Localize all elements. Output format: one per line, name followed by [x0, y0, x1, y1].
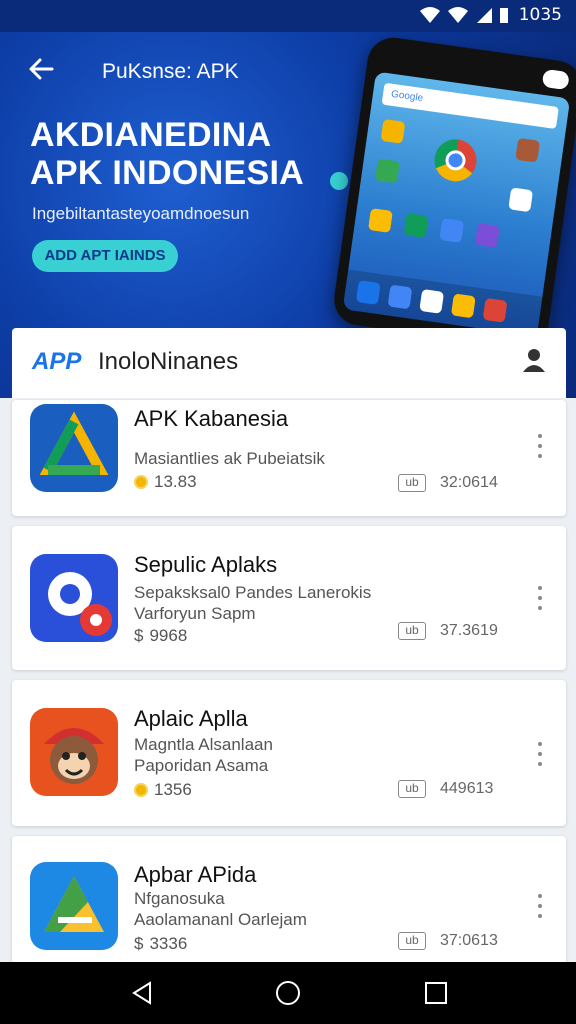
phone-search-bar: Google [381, 82, 559, 129]
coin-icon [134, 783, 148, 797]
app-icon [387, 284, 413, 310]
app-rating-value: 1356 [154, 780, 192, 799]
app-card[interactable]: Apbar APida Nfganosuka Aaolamananl Oarle… [12, 836, 566, 968]
home-nav-icon[interactable] [274, 979, 302, 1007]
clock: 1035 [518, 5, 562, 25]
phone-dock [342, 269, 543, 337]
app-rating-value: 13.83 [154, 472, 197, 491]
size-badge: ub [398, 622, 426, 640]
app-icon [450, 293, 476, 319]
app-bar-title: PuKsnse: APK [102, 60, 239, 83]
app-icon [508, 187, 534, 213]
more-options-icon[interactable] [538, 742, 544, 766]
app-description: Magntla Alsanlaan Paporidan Asama [134, 734, 273, 776]
music-target-icon [30, 554, 118, 642]
app-icon [439, 218, 465, 243]
camera-icon [541, 68, 570, 91]
app-icon [374, 158, 400, 184]
app-description-line1: Sepaksksal0 Pandes Lanerokis [134, 583, 372, 602]
app-name: Sepulic Aplaks [134, 552, 278, 577]
app-size: 37.3619 [440, 622, 498, 639]
app-rating: $ 9968 [134, 626, 187, 646]
app-rating: 13.83 [134, 472, 197, 492]
hero-heading-line2: APK INDONESIA [30, 154, 305, 192]
phone-illustration: Google [330, 34, 576, 352]
price-icon: $ [134, 626, 144, 645]
app-rating-value: 9968 [149, 626, 188, 645]
coin-icon [134, 475, 148, 489]
brand-logo: APP [32, 348, 82, 375]
battery-icon [499, 8, 508, 23]
size-badge: ub [398, 780, 426, 798]
app-description: Nfganosuka Aaolamananl Oarlejam [134, 888, 307, 930]
decor-streak [330, 172, 348, 190]
signal-icon [476, 8, 492, 23]
app-description-line2: Paporidan Asama [134, 756, 269, 775]
app-description-line2: Aaolamananl Oarlejam [134, 910, 307, 929]
app-card[interactable]: Sepulic Aplaks Sepaksksal0 Pandes Lanero… [12, 526, 566, 670]
price-icon: $ [134, 934, 144, 953]
app-size: 32:0614 [440, 474, 498, 491]
status-icons: 1035 [419, 5, 562, 25]
status-bar: 1035 [0, 0, 576, 32]
hero-heading: AKDIANEDINA APK INDONESIA [30, 116, 304, 192]
hero-heading-line1: AKDIANEDINA [30, 116, 272, 154]
app-description-line2: Varforyun Sapm [134, 604, 256, 623]
app-rating: 1356 [134, 780, 192, 800]
app-description: Sepaksksal0 Pandes Lanerokis Varforyun S… [134, 582, 371, 624]
app-icon [474, 223, 500, 248]
chrome-icon [431, 136, 480, 185]
app-icon [482, 297, 508, 323]
app-name: APK Kabanesia [134, 406, 289, 431]
size-badge: ub [398, 932, 426, 950]
app-description-line1: Magntla Alsanlaan [134, 735, 273, 754]
app-name: Aplaic Aplla [134, 706, 248, 731]
app-icon [355, 280, 381, 305]
app-rating-value: 3336 [149, 934, 188, 953]
app-card[interactable]: Aplaic Aplla Magntla Alsanlaan Paporidan… [12, 680, 566, 826]
back-arrow-icon[interactable] [26, 54, 62, 90]
app-name: Apbar APida [134, 862, 257, 887]
wifi-icon [419, 7, 440, 23]
app-description: Masiantlies ak Pubeiatsik [134, 449, 325, 468]
more-options-icon[interactable] [538, 586, 544, 610]
account-icon[interactable] [520, 346, 548, 374]
drive-style-icon [30, 404, 118, 492]
list-header: APP InoloNinanes [12, 328, 566, 398]
app-size: 449613 [440, 780, 494, 797]
triangle-logo-icon [30, 862, 118, 950]
size-badge: ub [398, 474, 426, 492]
app-icon [367, 208, 393, 233]
wifi-icon-secondary [447, 7, 468, 23]
app-icon [419, 288, 445, 314]
hero-cta-button[interactable]: ADD APT IAINDS [32, 240, 178, 272]
system-nav-bar [0, 962, 576, 1024]
app-description-line1: Nfganosuka [134, 889, 225, 908]
app-icon [403, 213, 429, 238]
phone-screen: Google [342, 71, 571, 337]
back-nav-icon[interactable] [128, 979, 156, 1007]
more-options-icon[interactable] [538, 434, 544, 458]
more-options-icon[interactable] [538, 894, 544, 918]
app-icon [515, 137, 541, 163]
app-size: 37:0613 [440, 932, 498, 949]
monkey-icon [30, 708, 118, 796]
hero-subtitle: Ingebiltantasteyoamdnoesun [32, 204, 250, 223]
list-title: InoloNinanes [98, 348, 239, 375]
app-card[interactable]: APK Kabanesia Masiantlies ak Pubeiatsik … [12, 400, 566, 516]
app-icon [380, 118, 406, 144]
app-rating: $ 3336 [134, 934, 187, 954]
recents-nav-icon[interactable] [422, 979, 450, 1007]
